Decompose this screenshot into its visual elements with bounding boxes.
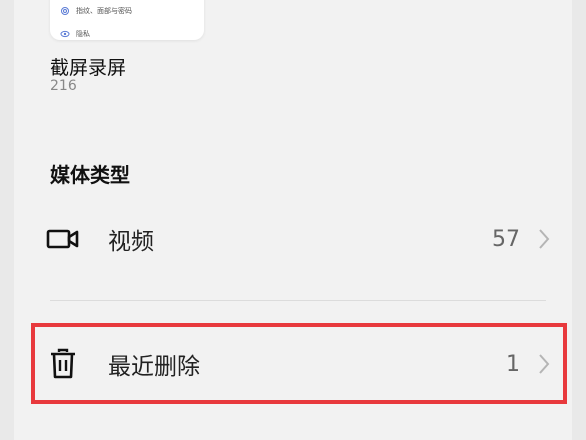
left-edge-panel	[0, 0, 14, 440]
media-type-label: 视频	[108, 229, 154, 255]
highlight-annotation-box	[31, 323, 567, 404]
chevron-right-icon	[536, 227, 552, 251]
section-heading-media-types: 媒体类型	[50, 163, 130, 187]
thumbnail-row-privacy: 隐私	[60, 29, 90, 39]
thumbnail-row-label: 隐私	[76, 30, 90, 38]
right-edge-panel	[572, 0, 586, 440]
media-type-count: 57	[492, 226, 520, 252]
fingerprint-icon	[60, 6, 70, 16]
album-title[interactable]: 截屏录屏	[50, 53, 126, 80]
album-count: 216	[50, 78, 77, 94]
media-type-row-video[interactable]: 视频 57	[32, 209, 568, 269]
thumbnail-row-fingerprint: 指纹、面部与密码	[60, 6, 132, 16]
album-thumbnail-screenshots[interactable]: 指纹、面部与密码 隐私	[50, 0, 204, 40]
privacy-icon	[60, 29, 70, 39]
divider	[50, 300, 546, 301]
video-camera-icon	[46, 222, 80, 256]
thumbnail-row-label: 指纹、面部与密码	[76, 7, 132, 15]
